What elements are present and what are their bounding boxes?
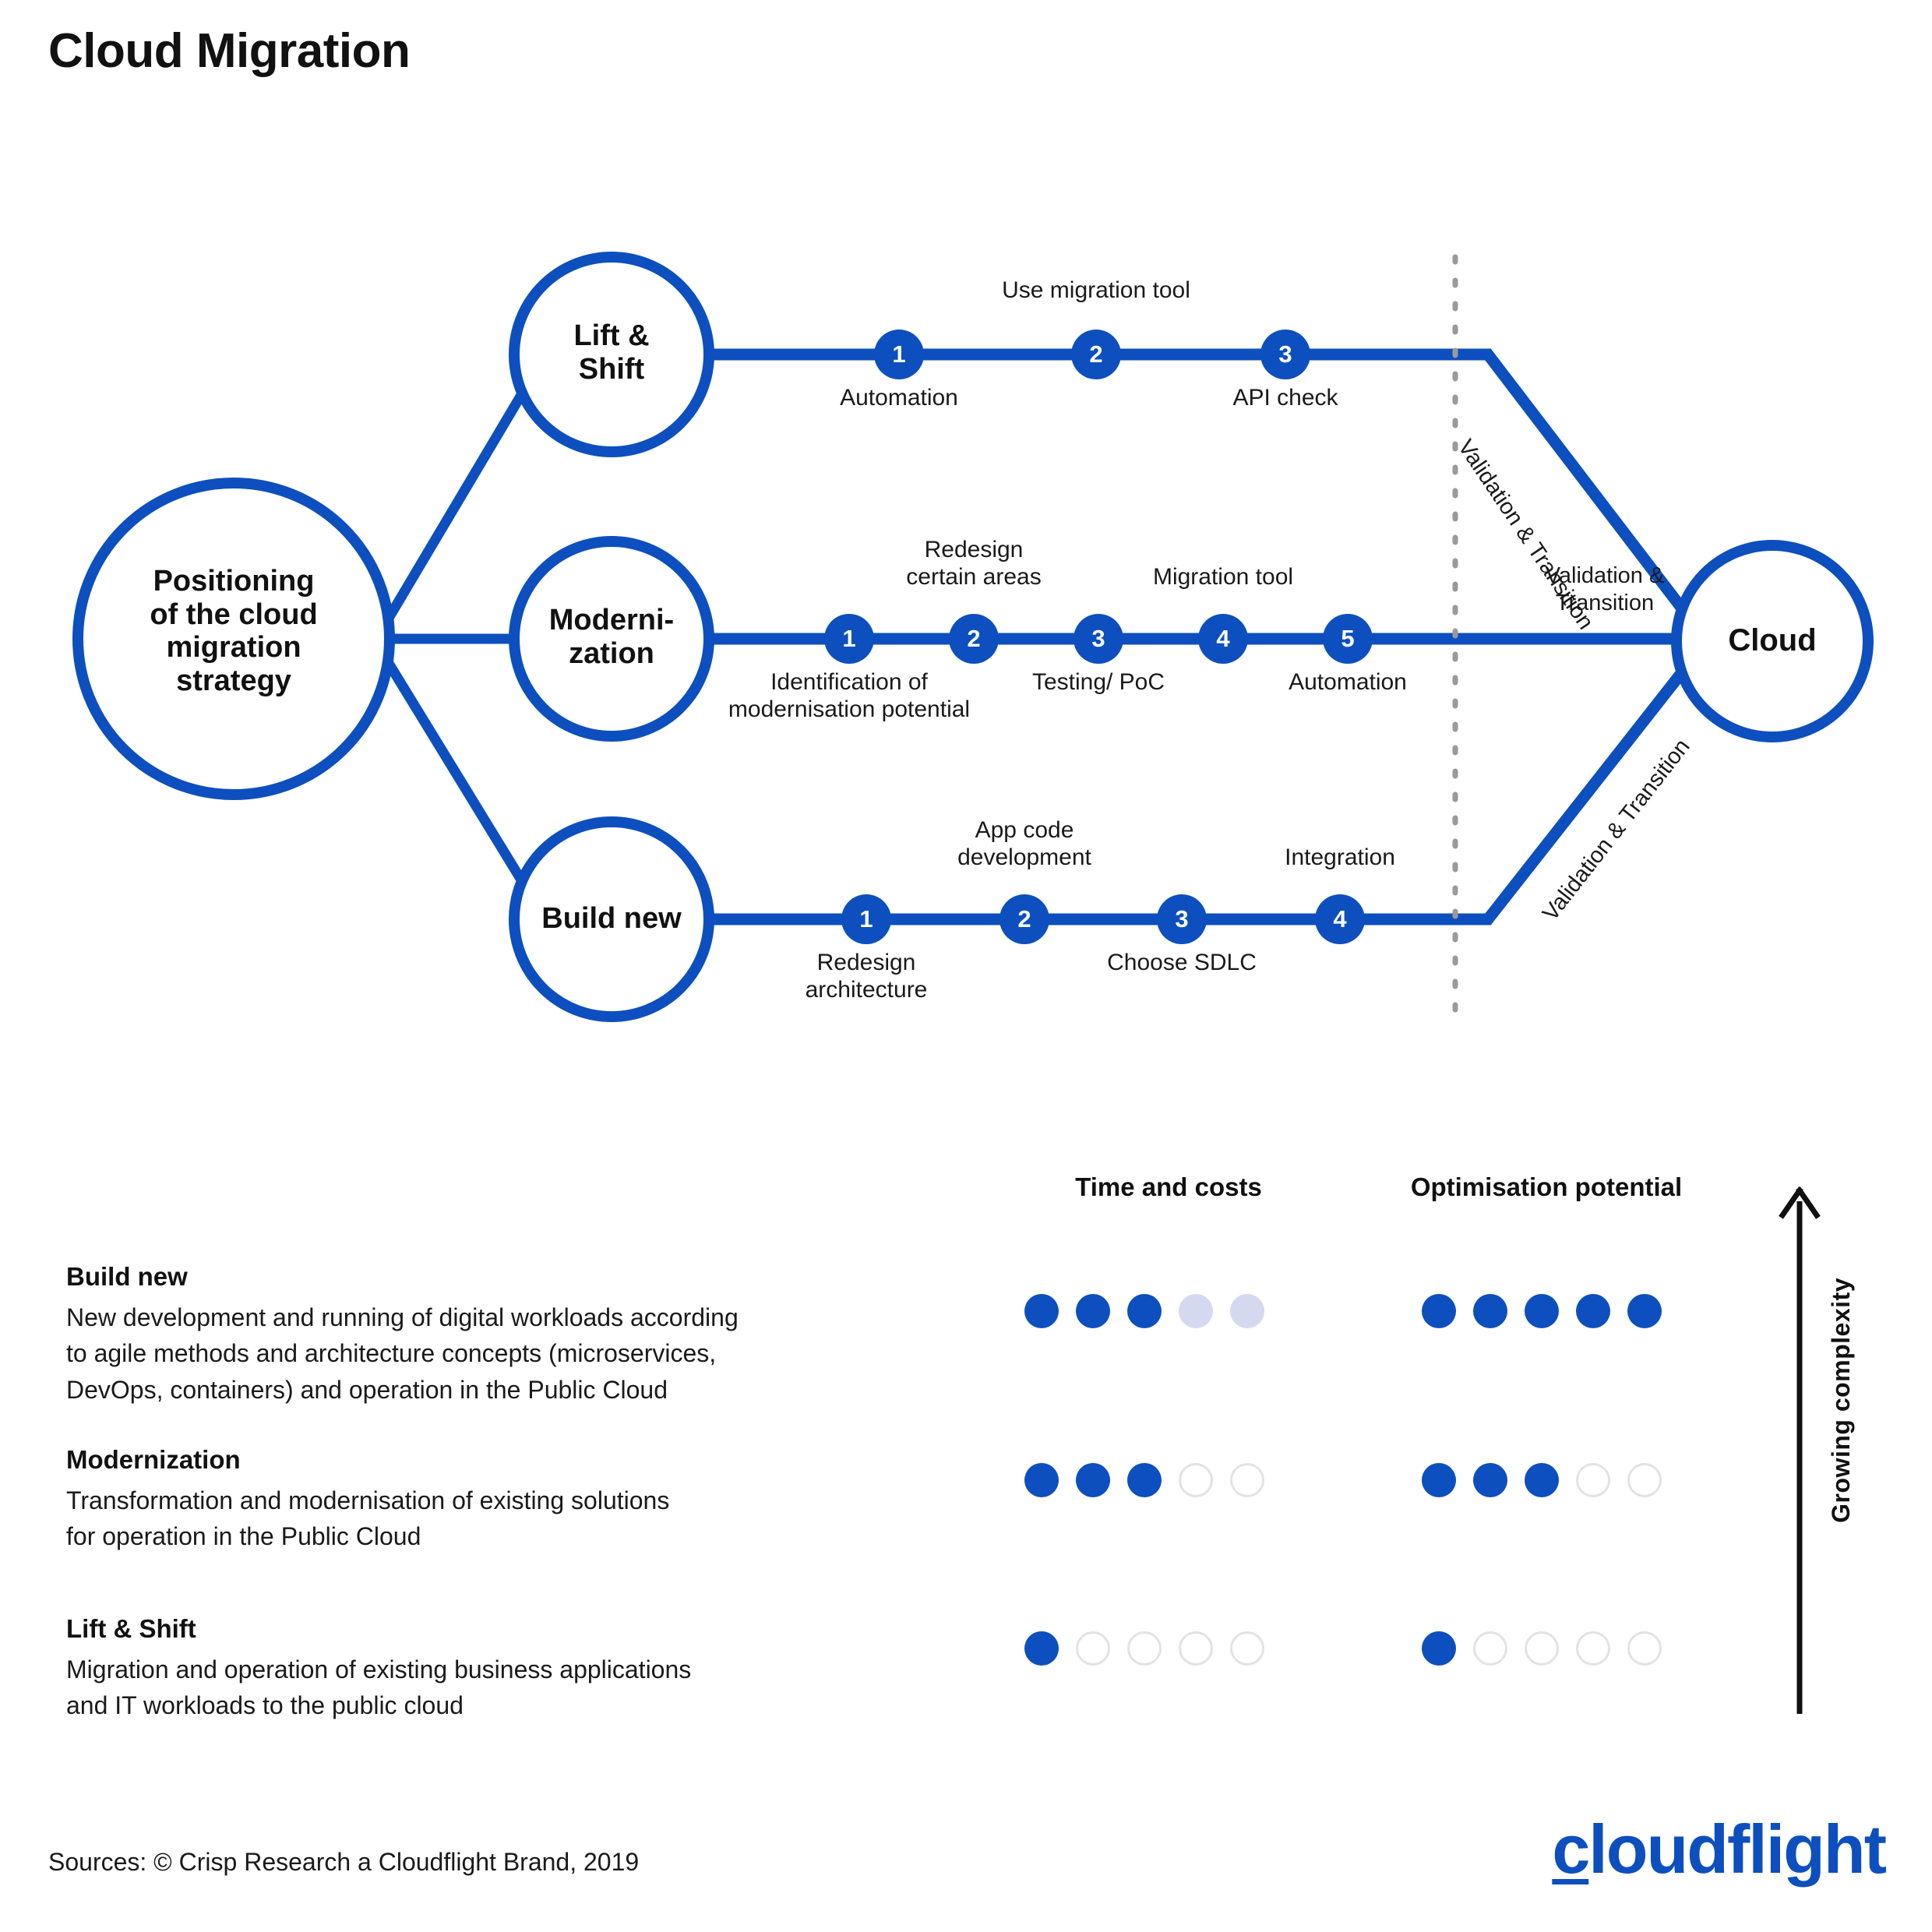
rating-dot — [1230, 1294, 1264, 1328]
rating-dot — [1576, 1294, 1610, 1328]
step-label-build-new-1: Redesign architecture — [805, 950, 928, 1003]
rating-dot — [1576, 1463, 1610, 1497]
rating-dot — [1076, 1631, 1110, 1666]
rating-dot — [1627, 1294, 1662, 1328]
sources-text: Sources: © Crisp Research a Cloudflight … — [48, 1848, 640, 1876]
rating-optimisation-potential-modernization — [1422, 1463, 1662, 1497]
rating-dot — [1230, 1631, 1264, 1666]
column-header-time-and-costs: Time and costs — [1075, 1172, 1262, 1201]
step-marker-modernization-1[interactable]: 1 — [824, 614, 874, 664]
step-label-build-new-2: App code development — [957, 817, 1091, 871]
comparison-row-lift-shift: Lift & Shift Migration and operation of … — [66, 1614, 892, 1724]
rating-dot — [1473, 1294, 1507, 1328]
comparison-row-modernization: Modernization Transformation and moderni… — [66, 1445, 892, 1555]
step-marker-modernization-5[interactable]: 5 — [1323, 614, 1373, 664]
rating-dot — [1179, 1463, 1213, 1497]
step-label-lift-shift-3: API check — [1232, 385, 1338, 411]
step-marker-modernization-3[interactable]: 3 — [1074, 614, 1123, 664]
step-marker-build-new-4[interactable]: 4 — [1315, 894, 1365, 944]
rating-dot — [1024, 1631, 1059, 1666]
cloudflight-logo-rest: loudflight — [1588, 1810, 1887, 1888]
step-marker-lift-shift-1[interactable]: 1 — [874, 330, 924, 379]
rating-dot — [1179, 1631, 1213, 1666]
step-marker-modernization-4[interactable]: 4 — [1198, 614, 1248, 664]
rating-dot — [1473, 1631, 1507, 1666]
rating-dot — [1576, 1631, 1610, 1666]
strategy-description: Migration and operation of existing busi… — [66, 1655, 692, 1720]
rating-dot — [1422, 1463, 1456, 1497]
strategy-name: Lift & Shift — [66, 1614, 196, 1643]
rating-dot — [1473, 1463, 1507, 1497]
rating-time-and-costs-modernization — [1024, 1463, 1264, 1497]
rating-dot — [1024, 1463, 1059, 1497]
rating-dot — [1127, 1631, 1162, 1666]
strategy-description: New development and running of digital w… — [66, 1303, 739, 1404]
node-build-new — [509, 816, 714, 1022]
node-positioning-strategy — [72, 478, 395, 800]
strategy-name: Modernization — [66, 1445, 241, 1474]
rating-time-and-costs-lift-shift — [1024, 1631, 1264, 1666]
rating-dot — [1422, 1631, 1456, 1666]
step-marker-build-new-2[interactable]: 2 — [999, 894, 1049, 944]
cloudflight-logo: cloudflight — [1552, 1815, 1887, 1884]
rating-dot — [1076, 1294, 1110, 1328]
step-label-modernization-4: Migration tool — [1152, 564, 1294, 590]
step-marker-build-new-1[interactable]: 1 — [841, 894, 891, 944]
growing-complexity-label: Growing complexity — [1827, 1278, 1855, 1523]
step-label-modernization-5: Automation — [1289, 669, 1407, 695]
growing-complexity-arrow-icon — [1779, 1186, 1821, 1714]
rating-optimisation-potential-build-new — [1422, 1294, 1662, 1328]
step-label-build-new-3: Choose SDLC — [1107, 950, 1257, 975]
step-label-lift-shift-2: Use migration tool — [1002, 277, 1190, 303]
step-marker-lift-shift-2[interactable]: 2 — [1071, 330, 1121, 379]
node-modernization — [509, 536, 714, 742]
step-marker-build-new-3[interactable]: 3 — [1157, 894, 1207, 944]
step-label-build-new-4: Integration — [1285, 844, 1395, 870]
rating-dot — [1127, 1294, 1162, 1328]
rating-dot — [1024, 1294, 1059, 1328]
rating-dot — [1076, 1463, 1110, 1497]
node-lift-shift — [509, 252, 714, 457]
rating-dot — [1525, 1294, 1559, 1328]
comparison-row-build-new: Build new New development and running of… — [66, 1262, 892, 1408]
rating-dot — [1627, 1463, 1662, 1497]
rating-dot — [1422, 1294, 1456, 1328]
rating-dot — [1179, 1294, 1213, 1328]
strategy-description: Transformation and modernisation of exis… — [66, 1486, 670, 1551]
step-label-lift-shift-1: Automation — [840, 385, 958, 411]
rating-time-and-costs-build-new — [1024, 1294, 1264, 1328]
rating-dot — [1627, 1631, 1662, 1666]
rating-dot — [1230, 1463, 1264, 1497]
step-marker-modernization-2[interactable]: 2 — [949, 614, 999, 664]
strategy-name: Build new — [66, 1262, 188, 1291]
rating-dot — [1525, 1463, 1559, 1497]
infographic-page: Cloud Migration Positioning of the cloud… — [0, 0, 1932, 1932]
column-header-optimisation-potential: Optimisation potential — [1410, 1172, 1683, 1201]
step-marker-lift-shift-3[interactable]: 3 — [1260, 330, 1310, 379]
rating-optimisation-potential-lift-shift — [1422, 1631, 1662, 1666]
cloudflight-logo-c: c — [1552, 1810, 1590, 1888]
rating-dot — [1127, 1463, 1162, 1497]
rating-dot — [1525, 1631, 1559, 1666]
transition-label-modernization: Validation & Transition — [1545, 563, 1665, 615]
